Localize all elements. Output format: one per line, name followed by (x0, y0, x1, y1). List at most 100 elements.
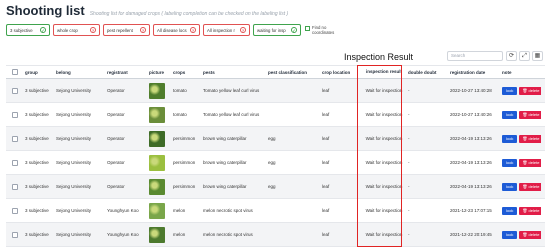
inspection-result-cell: Wait for inspection (365, 231, 403, 237)
columns-icon[interactable]: ▦ (532, 51, 543, 61)
look-button[interactable]: look (502, 86, 518, 95)
search-input[interactable]: Search (447, 51, 503, 61)
page-header: Shooting list Shooting list for damaged … (6, 3, 288, 18)
look-button[interactable]: look (502, 110, 518, 119)
filter-chip-pest[interactable]: pest repellent? (103, 24, 150, 36)
group-cell: 3 subjective (25, 136, 49, 141)
select-all-cell (6, 69, 23, 75)
filter-chip-crop[interactable]: whole crop? (53, 24, 100, 36)
row-checkbox[interactable] (11, 207, 18, 214)
find-no-coordinates-checkbox[interactable] (305, 25, 310, 31)
column-header[interactable]: group (23, 70, 54, 75)
registration-date-cell: 2022-10-27 13:40:26 (450, 112, 492, 117)
column-header[interactable]: belong (54, 70, 105, 75)
table-row[interactable]: 3 subjective Sejong University Operator per… (6, 175, 545, 199)
crops-cell: persimmon (173, 184, 196, 189)
crop-location-cell: leaf (322, 232, 330, 237)
row-checkbox[interactable] (11, 135, 18, 142)
registration-date-cell: 2021-12-23 17:07:15 (450, 208, 492, 213)
registration-date-cell: 2022-04-19 13:13:26 (450, 136, 492, 141)
table-row[interactable]: 3 subjective Sejong University Operator per… (6, 127, 545, 151)
crop-thumbnail[interactable] (149, 82, 165, 99)
note-cell: look 🗑 delete (500, 110, 541, 119)
crops-cell: melon (173, 208, 186, 213)
table-row[interactable]: 3 subjective Sejong University Younghyun K… (6, 199, 545, 223)
row-checkbox[interactable] (11, 231, 18, 238)
column-header[interactable]: pests (201, 70, 266, 75)
table-row[interactable]: 3 subjective Sejong University Operator tom… (6, 103, 545, 127)
crop-thumbnail[interactable] (149, 226, 165, 243)
picture-cell (147, 202, 171, 219)
row-checkbox[interactable] (11, 159, 18, 166)
delete-button[interactable]: 🗑 delete (519, 110, 541, 119)
note-cell: look 🗑 delete (500, 134, 541, 143)
belong-cell: Sejong University (56, 160, 92, 165)
refresh-icon[interactable]: ⟳ (506, 51, 517, 61)
row-checkbox[interactable] (11, 111, 18, 118)
column-header[interactable]: note (500, 70, 541, 75)
group-cell: 3 subjective (25, 232, 49, 237)
delete-button[interactable]: 🗑 delete (519, 182, 541, 191)
expand-icon[interactable]: ⤢ (519, 51, 530, 61)
pest-classification-cell: egg (268, 160, 276, 165)
help-icon: ? (140, 27, 146, 33)
belong-cell: Sejong University (56, 208, 92, 213)
column-header[interactable]: crop location (320, 70, 360, 75)
filter-chip-waiting[interactable]: waiting for insp ✓ (253, 24, 301, 36)
delete-button[interactable]: 🗑 delete (519, 134, 541, 143)
registrant-cell: Younghyun Koo (107, 208, 139, 213)
find-no-coordinates-label: Find no coordinates (312, 25, 335, 35)
row-select-cell (6, 159, 23, 166)
delete-button[interactable]: 🗑 delete (519, 158, 541, 167)
column-header[interactable]: crops (171, 70, 201, 75)
table-row[interactable]: 3 subjective Sejong University Operator tom… (6, 79, 545, 103)
delete-button[interactable]: 🗑 delete (519, 86, 541, 95)
check-icon: ✓ (291, 27, 297, 33)
select-all-checkbox[interactable] (11, 69, 18, 75)
help-icon: ? (190, 27, 196, 33)
column-header[interactable]: inspection result (360, 69, 406, 75)
row-checkbox[interactable] (11, 183, 18, 190)
delete-button[interactable]: 🗑 delete (519, 230, 541, 239)
column-header[interactable]: registrant (105, 70, 147, 75)
crops-cell: tomato (173, 112, 187, 117)
registrant-cell: Operator (107, 136, 125, 141)
belong-cell: Sejong University (56, 184, 92, 189)
group-cell: 3 subjective (25, 208, 49, 213)
registrant-cell: Operator (107, 112, 125, 117)
crop-thumbnail[interactable] (149, 130, 165, 147)
registrant-cell: Operator (107, 184, 125, 189)
picture-cell (147, 130, 171, 147)
delete-button[interactable]: 🗑 delete (519, 206, 541, 215)
column-header[interactable]: registration date (448, 70, 500, 75)
inspection-result-annotation: Inspection Result (344, 52, 414, 62)
find-no-coordinates-toggle[interactable]: Find no coordinates (305, 25, 334, 35)
row-checkbox[interactable] (11, 87, 18, 94)
filter-chip-disease-location[interactable]: All disease locs? (153, 24, 200, 36)
look-button[interactable]: look (502, 206, 518, 215)
crop-location-cell: leaf (322, 136, 330, 141)
crop-thumbnail[interactable] (149, 154, 165, 171)
note-cell: look 🗑 delete (500, 158, 541, 167)
crop-thumbnail[interactable] (149, 178, 165, 195)
check-icon: ✓ (40, 27, 46, 33)
column-header[interactable]: pest classification (266, 70, 320, 75)
crop-thumbnail[interactable] (149, 202, 165, 219)
inspection-result-cell: Wait for inspection (365, 111, 403, 117)
filter-chip-inspection-result[interactable]: All inspection r? (203, 24, 250, 36)
row-select-cell (6, 183, 23, 190)
column-header[interactable]: picture (147, 70, 171, 75)
table-row[interactable]: 3 subjective Sejong University Younghyun K… (6, 223, 545, 247)
look-button[interactable]: look (502, 134, 518, 143)
crop-thumbnail[interactable] (149, 106, 165, 123)
table-row[interactable]: 3 subjective Sejong University Operator per… (6, 151, 545, 175)
look-button[interactable]: look (502, 158, 518, 167)
registrant-cell: Operator (107, 160, 125, 165)
note-cell: look 🗑 delete (500, 182, 541, 191)
look-button[interactable]: look (502, 182, 518, 191)
pests-cell: Tomato yellow leaf curl virus (203, 88, 260, 93)
filter-chip-subjective[interactable]: 3 subjective ✓ (6, 24, 50, 36)
column-header[interactable]: double doubt (406, 70, 448, 75)
look-button[interactable]: look (502, 230, 518, 239)
filter-chip-label: pest repellent (107, 27, 133, 33)
